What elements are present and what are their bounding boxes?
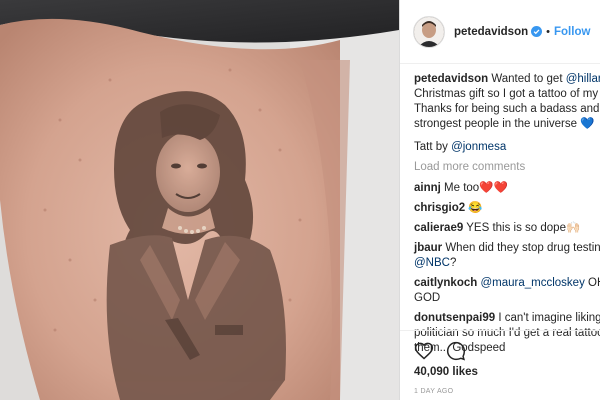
comment-text: Me too❤️❤️ — [440, 182, 508, 194]
caption-credit: Tatt by @jonmesa — [414, 140, 600, 155]
load-more-comments-button[interactable]: Load more comments — [414, 160, 600, 175]
follow-button[interactable]: Follow — [554, 26, 590, 38]
comment-bubble-icon[interactable] — [446, 341, 466, 361]
post-photo[interactable] — [0, 0, 399, 400]
comment-mention[interactable]: @maura_mccloskey — [477, 277, 584, 289]
separator-dot: • — [546, 25, 550, 38]
post-timestamp: 1 DAY AGO — [414, 388, 454, 395]
post-header: petedavidson • Follow — [400, 0, 600, 64]
post-username[interactable]: petedavidson — [454, 26, 528, 38]
comment-username[interactable]: donutsenpai99 — [414, 312, 495, 324]
caption-username[interactable]: petedavidson — [414, 73, 488, 85]
comment-mention[interactable]: @NBC — [414, 257, 450, 269]
verified-badge-icon — [531, 26, 543, 37]
comment-text: When did they stop drug testing at — [445, 242, 600, 254]
comment-item: calierae9 YES this is so dope🙌🏻 — [414, 221, 600, 236]
actions-divider — [400, 330, 600, 331]
instagram-post: petedavidson • Follow petedavidson Wante… — [0, 0, 600, 400]
comment-text-end: ? — [449, 257, 457, 269]
comment-username[interactable]: jbaur — [414, 242, 442, 254]
likes-count[interactable]: 40,090 likes — [414, 366, 478, 378]
caption-text-1: Wanted to get — [488, 73, 566, 85]
caption: petedavidson Wanted to get @hillaryclint… — [414, 72, 600, 132]
post-actions — [414, 341, 466, 361]
comment-item: ainnj Me too❤️❤️ — [414, 181, 600, 196]
comment-username[interactable]: calierae9 — [414, 222, 463, 234]
heart-icon[interactable] — [414, 341, 434, 361]
comment-item: jbaur When did they stop drug testing at… — [414, 241, 600, 271]
comment-text: 😂 — [465, 202, 483, 214]
avatar[interactable] — [413, 15, 445, 48]
comment-text: YES this is so dope🙌🏻 — [463, 222, 581, 234]
caption-credit-mention[interactable]: @jonmesa — [451, 141, 506, 153]
blue-heart-emoji: 💙 — [580, 118, 595, 130]
post-side-panel: petedavidson • Follow petedavidson Wante… — [399, 0, 600, 400]
tattoo-photo-illustration — [0, 0, 399, 400]
comment-username[interactable]: ainnj — [414, 182, 441, 194]
comment-username[interactable]: chrisgio2 — [414, 202, 465, 214]
comments-section: petedavidson Wanted to get @hillaryclint… — [400, 64, 600, 356]
comment-username[interactable]: caitlynkoch — [414, 277, 477, 289]
comment-item: caitlynkoch @maura_mccloskey OH MY GOD — [414, 276, 600, 306]
comment-item: chrisgio2 😂 — [414, 201, 600, 216]
caption-credit-text: Tatt by — [414, 141, 452, 153]
avatar-image — [414, 16, 444, 47]
caption-mention[interactable]: @hillaryclinton — [566, 73, 600, 85]
